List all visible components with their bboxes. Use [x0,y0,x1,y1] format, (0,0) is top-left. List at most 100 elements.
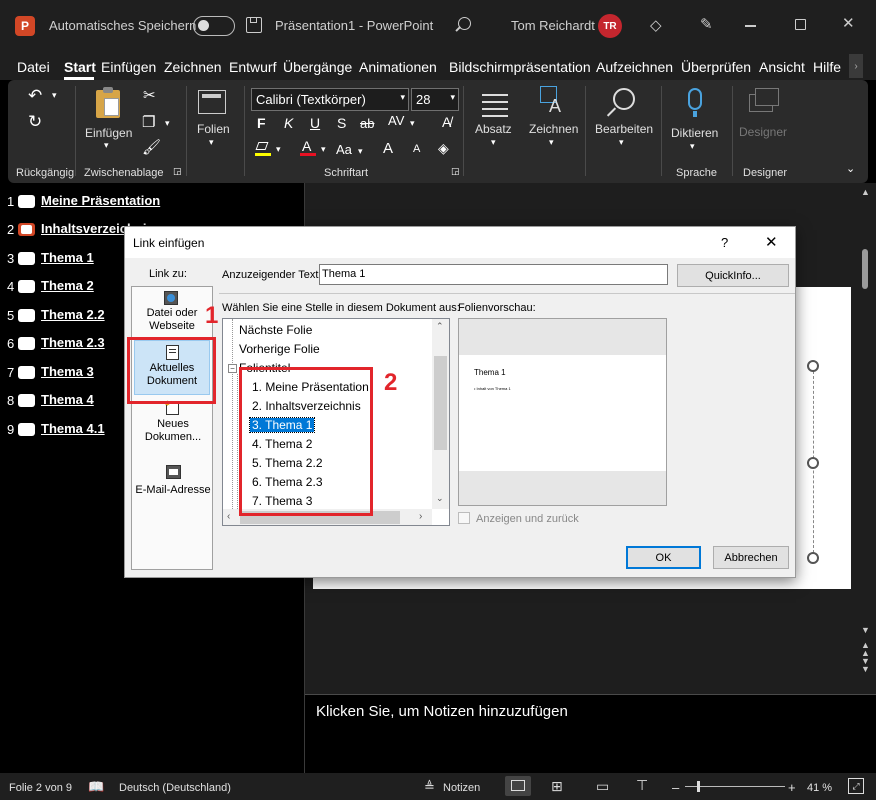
next-slide-icon[interactable]: ▼ ▼ [861,657,870,674]
drawing-button[interactable]: Zeichnen [529,122,578,136]
notes-button[interactable]: Notizen [443,782,480,794]
chevron-down-icon[interactable]: ▾ [450,92,455,103]
dialog-close-icon[interactable]: ✕ [765,233,778,251]
language-indicator[interactable]: Deutsch (Deutschland) [119,782,231,794]
redo-icon[interactable]: ↻ [28,112,42,132]
tree-scroll-thumb[interactable] [434,356,447,450]
ok-button[interactable]: OK [626,546,701,569]
clear-formatting-icon[interactable]: A̸ [442,114,451,130]
powerpoint-icon[interactable]: P [15,16,35,36]
grow-font-button[interactable]: A [383,140,393,157]
editing-dropdown-icon[interactable]: ▾ [619,137,624,148]
zoom-slider-track[interactable] [685,786,785,787]
tree-vertical-scrollbar[interactable]: ⌃ ⌄ [432,319,449,509]
cancel-button[interactable]: Abbrechen [713,546,789,569]
font-size-combo[interactable]: 28 ▾ [411,88,459,111]
resize-handle[interactable] [807,360,819,372]
tab-uebergaenge[interactable]: Übergänge [283,59,352,75]
drawing-dropdown-icon[interactable]: ▾ [549,137,554,148]
editing-button[interactable]: Bearbeiten [595,122,653,136]
scroll-down-icon[interactable]: ⌄ [436,493,444,504]
format-painter-icon[interactable]: 🖌 [142,138,161,156]
resize-handle[interactable] [807,552,819,564]
copy-icon[interactable]: ❐ [142,113,155,131]
dictate-button[interactable]: Diktieren [671,126,718,140]
diamond-icon[interactable]: ◇ [650,16,662,34]
notes-icon[interactable]: ≜ [424,779,435,795]
save-icon[interactable] [246,17,262,33]
reading-view-icon[interactable]: ▭ [596,778,609,795]
slideshow-icon[interactable]: ⊤ [636,777,648,794]
italic-button[interactable]: K [284,115,293,131]
minimize-icon[interactable] [745,25,756,27]
slides-button[interactable]: Folien [197,122,230,136]
zoom-level[interactable]: 41 % [807,782,832,794]
search-icon[interactable] [455,17,471,32]
search-icon[interactable] [606,88,635,117]
underline-button[interactable]: U [310,115,320,131]
pen-icon[interactable]: ✎ [700,15,713,33]
slide-sorter-icon[interactable]: ⊞ [551,778,563,795]
scroll-up-icon[interactable]: ⌃ [436,321,444,332]
tab-start[interactable]: Start [64,59,96,75]
undo-dropdown-icon[interactable]: ▾ [52,90,57,101]
fit-to-window-icon[interactable]: ⤢ [848,778,864,794]
paragraph-dropdown-icon[interactable]: ▾ [491,137,496,148]
tree-item-next-slide[interactable]: Nächste Folie [239,323,312,337]
autosave-toggle[interactable] [193,16,235,36]
tab-aufzeichnen[interactable]: Aufzeichnen [596,59,673,75]
link-option-new-document[interactable]: Neues Dokumen... [140,418,206,444]
spacing-dropdown-icon[interactable]: ▾ [410,118,415,129]
cut-icon[interactable]: ✂ [143,86,156,104]
scroll-down-icon[interactable]: ▼ [861,625,870,635]
font-color-icon[interactable]: A [300,138,316,156]
scroll-right-icon[interactable]: › [419,511,422,522]
scroll-up-icon[interactable]: ▲ [861,187,870,197]
link-option-email[interactable]: E-Mail-Adresse [134,484,212,497]
collapse-ribbon-icon[interactable]: ⌄ [846,162,855,175]
shadow-button[interactable]: S [337,115,346,131]
zoom-in-button[interactable]: + [788,780,796,795]
accessibility-icon[interactable]: 📖 [88,779,104,795]
font-launcher-icon[interactable]: ◲ [451,166,460,177]
tab-animationen[interactable]: Animationen [359,59,437,75]
help-button[interactable]: ? [721,235,728,250]
highlight-icon[interactable] [255,140,271,156]
clipboard-launcher-icon[interactable]: ◲ [173,166,182,177]
tab-zeichnen[interactable]: Zeichnen [164,59,222,75]
paragraph-button[interactable]: Absatz [475,122,512,136]
change-case-button[interactable]: Aa [336,142,352,157]
zoom-out-button[interactable]: – [672,780,679,795]
avatar[interactable]: TR [598,14,622,38]
slides-dropdown-icon[interactable]: ▾ [209,137,214,148]
quickinfo-button[interactable]: QuickInfo... [677,264,789,287]
display-text-input[interactable]: Thema 1 [319,264,668,285]
font-color-dropdown-icon[interactable]: ▾ [321,144,326,155]
show-and-return-checkbox[interactable] [458,512,470,524]
shapes-icon[interactable]: A [540,86,570,116]
normal-view-icon[interactable] [505,776,531,796]
resize-handle[interactable] [807,457,819,469]
tab-datei[interactable]: Datei [17,59,50,75]
slide-item[interactable]: 1 Meine Präsentation [0,192,300,212]
notes-placeholder[interactable]: Klicken Sie, um Notizen hinzuzufügen [316,703,568,720]
clear-all-formatting-icon[interactable]: ◈ [438,140,449,157]
tabs-scroll-right[interactable]: › [849,54,863,78]
close-icon[interactable]: ✕ [842,14,855,32]
maximize-icon[interactable] [795,19,806,30]
tree-item-previous-slide[interactable]: Vorherige Folie [239,342,320,356]
tab-ueberpruefen[interactable]: Überprüfen [681,59,751,75]
character-spacing-button[interactable]: AV [388,113,404,128]
chevron-down-icon[interactable]: ▾ [400,92,405,103]
notes-pane[interactable]: Klicken Sie, um Notizen hinzuzufügen [305,695,876,773]
bold-button[interactable]: F [257,115,266,131]
paste-dropdown-icon[interactable]: ▾ [104,140,109,151]
microphone-icon[interactable] [688,88,702,110]
tab-bildschirmpraesentation[interactable]: Bildschirmpräsentation [449,59,591,75]
link-option-file-web[interactable]: Datei oder Webseite [140,307,204,333]
scroll-left-icon[interactable]: ‹ [227,511,230,522]
copy-dropdown-icon[interactable]: ▾ [165,118,170,129]
shrink-font-button[interactable]: A [413,143,420,155]
zoom-slider-thumb[interactable] [697,781,700,792]
dictate-dropdown-icon[interactable]: ▾ [690,141,695,152]
